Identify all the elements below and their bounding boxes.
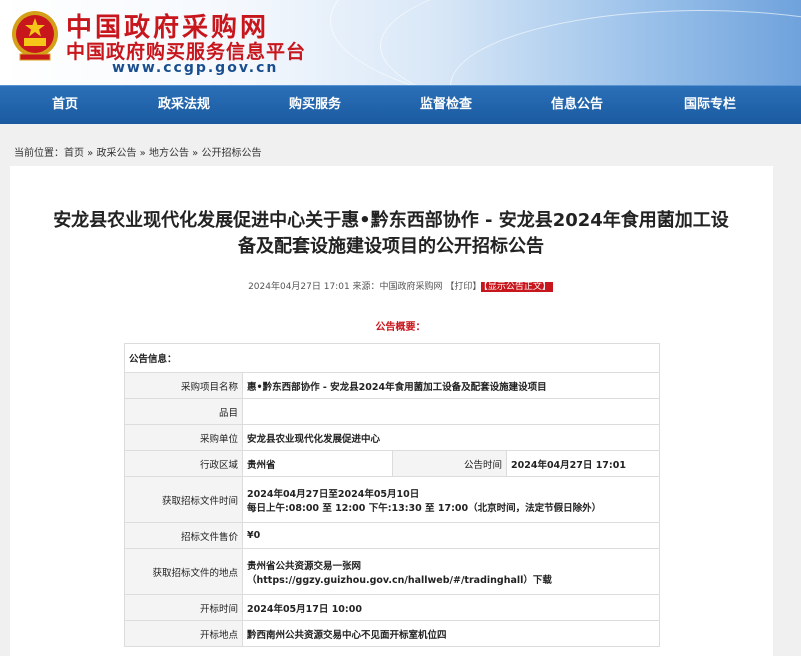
site-header: 中国政府采购网 中国政府购买服务信息平台 www.ccgp.gov.cn <box>0 0 801 85</box>
table-row: 行政区域 贵州省 公告时间 2024年04月27日 17:01 <box>124 450 660 477</box>
breadcrumb: 当前位置：首页 » 政采公告 » 地方公告 » 公开招标公告 <box>14 144 261 159</box>
nav-item-international[interactable]: 国际专栏 <box>655 86 765 124</box>
breadcrumb-local[interactable]: 地方公告 <box>149 148 189 159</box>
table-row: 获取招标文件时间 2024年04月27日至2024年05月10日 每日上午:08… <box>124 476 660 523</box>
table-row: 品目 <box>124 398 660 425</box>
value-open-time: 2024年05月17日 10:00 <box>242 594 660 621</box>
value-file-price: ¥0 <box>242 522 660 549</box>
value-publish-time: 2024年04月27日 17:01 <box>506 450 660 477</box>
nav-item-purchase-services[interactable]: 购买服务 <box>260 86 370 124</box>
breadcrumb-tender[interactable]: 公开招标公告 <box>201 148 261 159</box>
value-region: 贵州省 <box>242 450 393 477</box>
nav-item-home[interactable]: 首页 <box>10 86 120 124</box>
value-project-name: 惠•黔东西部协作 - 安龙县2024年食用菌加工设备及配套设施建设项目 <box>242 372 660 399</box>
table-row: 获取招标文件的地点 贵州省公共资源交易一张网 （https://ggzy.gui… <box>124 548 660 595</box>
breadcrumb-separator: » <box>136 148 149 159</box>
nav-item-supervision[interactable]: 监督检查 <box>391 86 501 124</box>
label-get-file-place: 获取招标文件的地点 <box>124 548 243 595</box>
page-title: 安龙县农业现代化发展促进中心关于惠•黔东西部协作 - 安龙县2024年食用菌加工… <box>10 208 772 260</box>
show-notice-button[interactable]: 【显示公告正文】 <box>481 282 553 292</box>
main-nav: 首页 政采法规 购买服务 监督检查 信息公告 国际专栏 <box>0 85 801 124</box>
label-open-time: 开标时间 <box>124 594 243 621</box>
label-region: 行政区域 <box>124 450 243 477</box>
breadcrumb-separator: » <box>188 148 202 159</box>
breadcrumb-prefix: 当前位置： <box>14 148 64 159</box>
breadcrumb-announcements[interactable]: 政采公告 <box>96 148 136 159</box>
table-row: 采购项目名称 惠•黔东西部协作 - 安龙县2024年食用菌加工设备及配套设施建设… <box>124 372 660 399</box>
value-open-place: 黔西南州公共资源交易中心不见面开标室机位四 <box>242 620 660 647</box>
label-publish-time: 公告时间 <box>392 450 507 477</box>
article-meta: 2024年04月27日 17:01 来源：中国政府采购网 【打印】 【显示公告正文… <box>0 279 801 292</box>
title-line: 安龙县农业现代化发展促进中心关于惠•黔东西部协作 - 安龙县2024年食用菌加工… <box>53 210 729 231</box>
get-file-place-name: 贵州省公共资源交易一张网 <box>247 560 362 572</box>
get-file-date-range: 2024年04月27日至2024年05月10日 <box>247 488 420 500</box>
table-row: 招标文件售价 ¥0 <box>124 522 660 549</box>
value-item <box>242 398 660 425</box>
nav-item-announcements[interactable]: 信息公告 <box>522 86 632 124</box>
get-file-hours: 每日上午:08:00 至 12:00 下午:13:30 至 17:00（北京时间… <box>247 502 602 514</box>
summary-heading: 公告概要： <box>375 322 426 333</box>
label-get-file-time: 获取招标文件时间 <box>124 476 243 523</box>
label-project-name: 采购项目名称 <box>124 372 243 399</box>
national-emblem-icon <box>12 11 58 61</box>
label-buyer: 采购单位 <box>124 424 243 451</box>
notice-info-table: 公告信息： 采购项目名称 惠•黔东西部协作 - 安龙县2024年食用菌加工设备及… <box>124 343 660 647</box>
nav-item-regulations[interactable]: 政采法规 <box>129 86 239 124</box>
site-url: www.ccgp.gov.cn <box>112 60 279 76</box>
table-row: 开标地点 黔西南州公共资源交易中心不见面开标室机位四 <box>124 620 660 647</box>
table-row: 开标时间 2024年05月17日 10:00 <box>124 594 660 621</box>
table-row: 公告信息： <box>124 343 660 373</box>
breadcrumb-separator: » <box>84 148 97 159</box>
table-row: 采购单位 安龙县农业现代化发展促进中心 <box>124 424 660 451</box>
label-item: 品目 <box>124 398 243 425</box>
value-get-file-place: 贵州省公共资源交易一张网 （https://ggzy.guizhou.gov.c… <box>242 548 660 595</box>
label-file-price: 招标文件售价 <box>124 522 243 549</box>
table-section-header: 公告信息： <box>124 343 660 373</box>
meta-text: 2024年04月27日 17:01 来源：中国政府采购网 【打印】 <box>248 282 482 292</box>
label-open-place: 开标地点 <box>124 620 243 647</box>
breadcrumb-home[interactable]: 首页 <box>64 148 84 159</box>
title-line: 备及配套设施建设项目的公开招标公告 <box>238 236 544 257</box>
get-file-place-link[interactable]: （https://ggzy.guizhou.gov.cn/hallweb/#/t… <box>247 572 655 586</box>
value-buyer: 安龙县农业现代化发展促进中心 <box>242 424 660 451</box>
value-get-file-time: 2024年04月27日至2024年05月10日 每日上午:08:00 至 12:… <box>242 476 660 523</box>
